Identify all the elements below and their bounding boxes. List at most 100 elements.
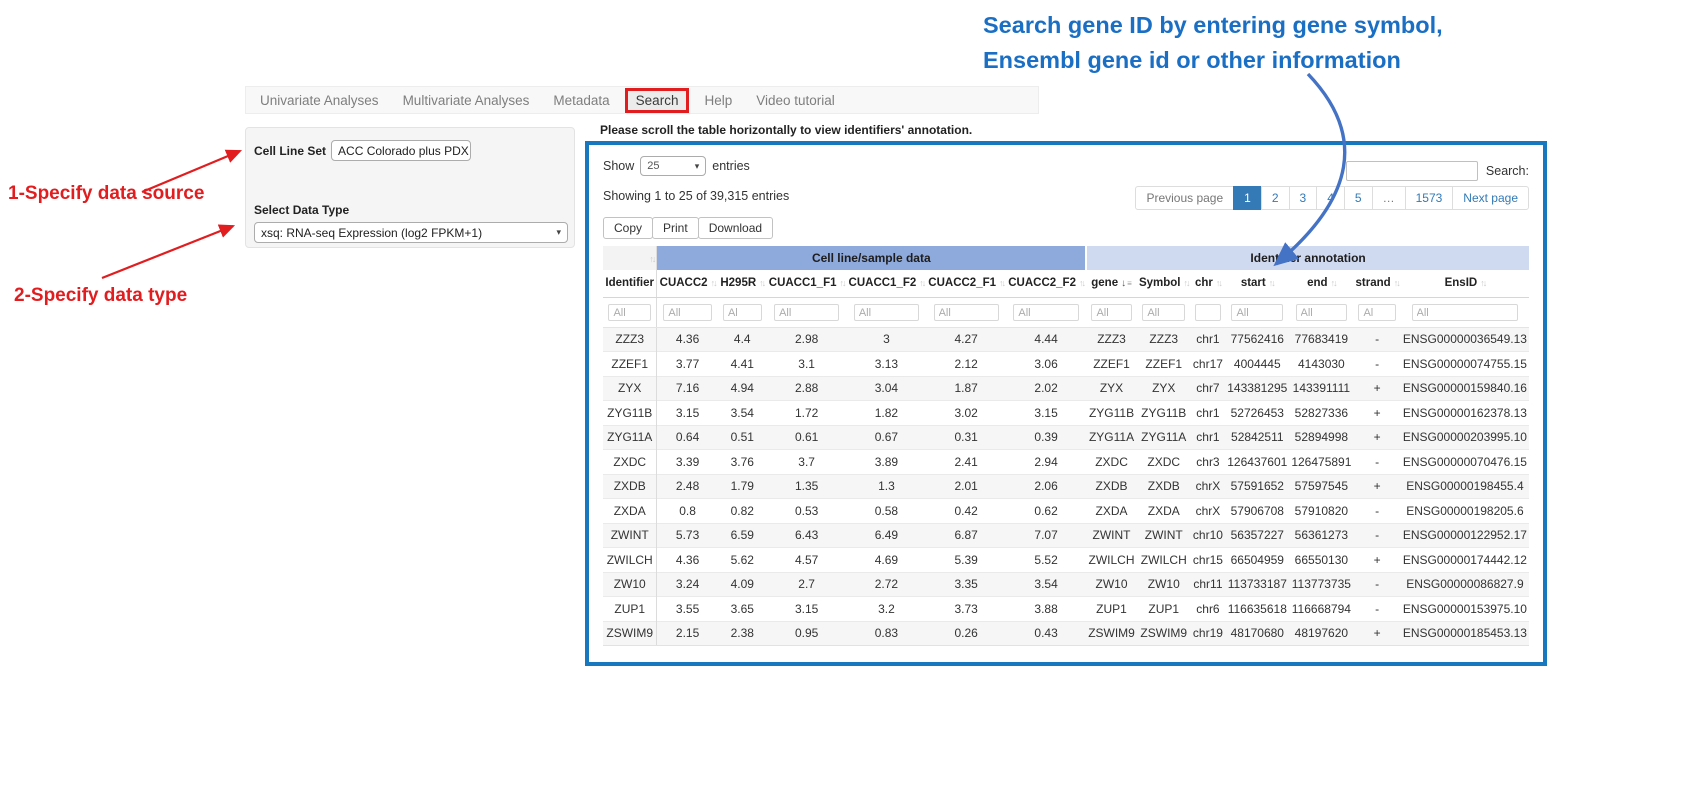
group-header-cell-line-sample-data: Cell line/sample data bbox=[657, 246, 1086, 270]
column-header-cuacc1-f2[interactable]: CUACC1_F2↑↓ bbox=[847, 270, 927, 297]
nav-item-metadata[interactable]: Metadata bbox=[541, 93, 621, 108]
column-header-gene[interactable]: gene↓≡ bbox=[1086, 270, 1137, 297]
table-row: ZZEF13.774.413.13.132.123.06ZZEF1ZZEF1ch… bbox=[603, 352, 1529, 377]
column-header-cuacc1-f1[interactable]: CUACC1_F1↑↓ bbox=[767, 270, 847, 297]
page-button-3[interactable]: 3 bbox=[1289, 186, 1318, 210]
print-button[interactable]: Print bbox=[652, 217, 699, 239]
column-header-cuacc2-f2[interactable]: CUACC2_F2↑↓ bbox=[1006, 270, 1086, 297]
nav-item-help[interactable]: Help bbox=[692, 93, 744, 108]
cell-start: 48170680 bbox=[1225, 621, 1289, 646]
cell-h295r: 2.38 bbox=[718, 621, 767, 646]
cell-cuacc2-f2: 2.06 bbox=[1006, 474, 1086, 499]
column-header-end[interactable]: end↑↓ bbox=[1289, 270, 1353, 297]
cell-gene: ZSWIM9 bbox=[1086, 621, 1137, 646]
cell-ensid: ENSG00000074755.15 bbox=[1401, 352, 1529, 377]
cell-start: 57906708 bbox=[1225, 499, 1289, 524]
filter-input-cuacc1-f1[interactable] bbox=[774, 304, 839, 321]
filter-input-h295r[interactable] bbox=[723, 304, 762, 321]
page: { "colors": { "blue_note": "#1a6fc4", "a… bbox=[0, 0, 1695, 794]
filter-input-cuacc2-f2[interactable] bbox=[1013, 304, 1078, 321]
sort-desc-icon: ↓ bbox=[1121, 278, 1126, 289]
cell-h295r: 3.65 bbox=[718, 597, 767, 622]
cell-identifier: ZXDC bbox=[603, 450, 657, 475]
column-header-cuacc2[interactable]: CUACC2↑↓ bbox=[657, 270, 718, 297]
filter-input-identifier[interactable] bbox=[608, 304, 651, 321]
table-row: ZXDC3.393.763.73.892.412.94ZXDCZXDCchr31… bbox=[603, 450, 1529, 475]
filter-input-symbol[interactable] bbox=[1142, 304, 1185, 321]
column-header-cuacc2-f1[interactable]: CUACC2_F1↑↓ bbox=[926, 270, 1006, 297]
cell-h295r: 1.79 bbox=[718, 474, 767, 499]
cell-strand: + bbox=[1353, 425, 1400, 450]
page-button-1573[interactable]: 1573 bbox=[1405, 186, 1454, 210]
sort-icon: ↑↓ bbox=[1394, 278, 1399, 288]
cell-ensid: ENSG00000070476.15 bbox=[1401, 450, 1529, 475]
column-header-ensid[interactable]: EnsID↑↓ bbox=[1401, 270, 1529, 297]
page-button-1[interactable]: 1 bbox=[1233, 186, 1262, 210]
cell-cuacc1-f2: 3.89 bbox=[847, 450, 927, 475]
next-page-button[interactable]: Next page bbox=[1452, 186, 1529, 210]
column-header-h295r[interactable]: H295R↑↓ bbox=[718, 270, 767, 297]
cell-start: 4004445 bbox=[1225, 352, 1289, 377]
column-header-identifier[interactable]: Identifier bbox=[603, 270, 657, 297]
sort-icon: ↑↓ bbox=[999, 278, 1004, 288]
cell-identifier: ZZZ3 bbox=[603, 327, 657, 352]
column-header-start[interactable]: start↑↓ bbox=[1225, 270, 1289, 297]
cell-chr: chr1 bbox=[1191, 327, 1226, 352]
filter-input-end[interactable] bbox=[1296, 304, 1348, 321]
cell-gene: ZWINT bbox=[1086, 523, 1137, 548]
cell-end: 143391111 bbox=[1289, 376, 1353, 401]
show-label: Show bbox=[603, 159, 634, 173]
data-type-value: xsq: RNA-seq Expression (log2 FPKM+1) bbox=[261, 226, 482, 240]
cell-chr: chr1 bbox=[1191, 401, 1226, 426]
previous-page-button[interactable]: Previous page bbox=[1135, 186, 1234, 210]
cell-gene: ZZEF1 bbox=[1086, 352, 1137, 377]
sort-identifier-header[interactable]: ↑↓ bbox=[603, 246, 657, 270]
nav-item-search[interactable]: Search bbox=[625, 88, 690, 113]
data-type-select[interactable]: xsq: RNA-seq Expression (log2 FPKM+1) ▾ bbox=[254, 222, 568, 243]
cell-end: 126475891 bbox=[1289, 450, 1353, 475]
cell-cuacc2: 0.8 bbox=[657, 499, 718, 524]
cell-cuacc2-f2: 2.94 bbox=[1006, 450, 1086, 475]
cell-chr: chrX bbox=[1191, 499, 1226, 524]
column-header-chr[interactable]: chr↑↓ bbox=[1191, 270, 1226, 297]
cell-start: 52842511 bbox=[1225, 425, 1289, 450]
nav-item-multivariate-analyses[interactable]: Multivariate Analyses bbox=[391, 93, 542, 108]
filter-input-start[interactable] bbox=[1231, 304, 1283, 321]
page-length-select[interactable]: 25 ▾ bbox=[640, 156, 706, 176]
cell-end: 57597545 bbox=[1289, 474, 1353, 499]
download-button[interactable]: Download bbox=[698, 217, 773, 239]
filter-input-cuacc2[interactable] bbox=[663, 304, 711, 321]
cell-ensid: ENSG00000086827.9 bbox=[1401, 572, 1529, 597]
cell-h295r: 0.82 bbox=[718, 499, 767, 524]
page-button-5[interactable]: 5 bbox=[1344, 186, 1373, 210]
filter-input-cuacc2-f1[interactable] bbox=[934, 304, 999, 321]
nav-item-univariate-analyses[interactable]: Univariate Analyses bbox=[248, 93, 391, 108]
page-button-4[interactable]: 4 bbox=[1316, 186, 1345, 210]
cell-end: 77683419 bbox=[1289, 327, 1353, 352]
table-search-input[interactable] bbox=[1346, 161, 1478, 181]
page-button-2[interactable]: 2 bbox=[1261, 186, 1290, 210]
cell-ensid: ENSG00000122952.17 bbox=[1401, 523, 1529, 548]
nav-item-video-tutorial[interactable]: Video tutorial bbox=[744, 93, 847, 108]
cell-cuacc1-f1: 3.7 bbox=[767, 450, 847, 475]
cell-line-set-select[interactable]: ACC Colorado plus PDX ▾ bbox=[331, 140, 471, 161]
cell-cuacc1-f1: 2.88 bbox=[767, 376, 847, 401]
filter-input-chr[interactable] bbox=[1195, 304, 1221, 321]
filter-input-ensid[interactable] bbox=[1412, 304, 1519, 321]
cell-cuacc2-f1: 3.73 bbox=[926, 597, 1006, 622]
cell-cuacc2-f1: 0.26 bbox=[926, 621, 1006, 646]
sort-icon: ↑↓ bbox=[1331, 278, 1336, 288]
cell-start: 66504959 bbox=[1225, 548, 1289, 573]
filter-input-strand[interactable] bbox=[1358, 304, 1395, 321]
showing-entries-text: Showing 1 to 25 of 39,315 entries bbox=[603, 189, 789, 203]
cell-end: 52827336 bbox=[1289, 401, 1353, 426]
column-header-strand[interactable]: strand↑↓ bbox=[1353, 270, 1400, 297]
cell-h295r: 5.62 bbox=[718, 548, 767, 573]
copy-button[interactable]: Copy bbox=[603, 217, 653, 239]
cell-cuacc1-f2: 0.58 bbox=[847, 499, 927, 524]
filter-input-gene[interactable] bbox=[1091, 304, 1131, 321]
filter-input-cuacc1-f2[interactable] bbox=[854, 304, 919, 321]
cell-cuacc1-f2: 3.04 bbox=[847, 376, 927, 401]
column-header-symbol[interactable]: Symbol↑↓ bbox=[1137, 270, 1191, 297]
cell-cuacc2-f1: 2.41 bbox=[926, 450, 1006, 475]
